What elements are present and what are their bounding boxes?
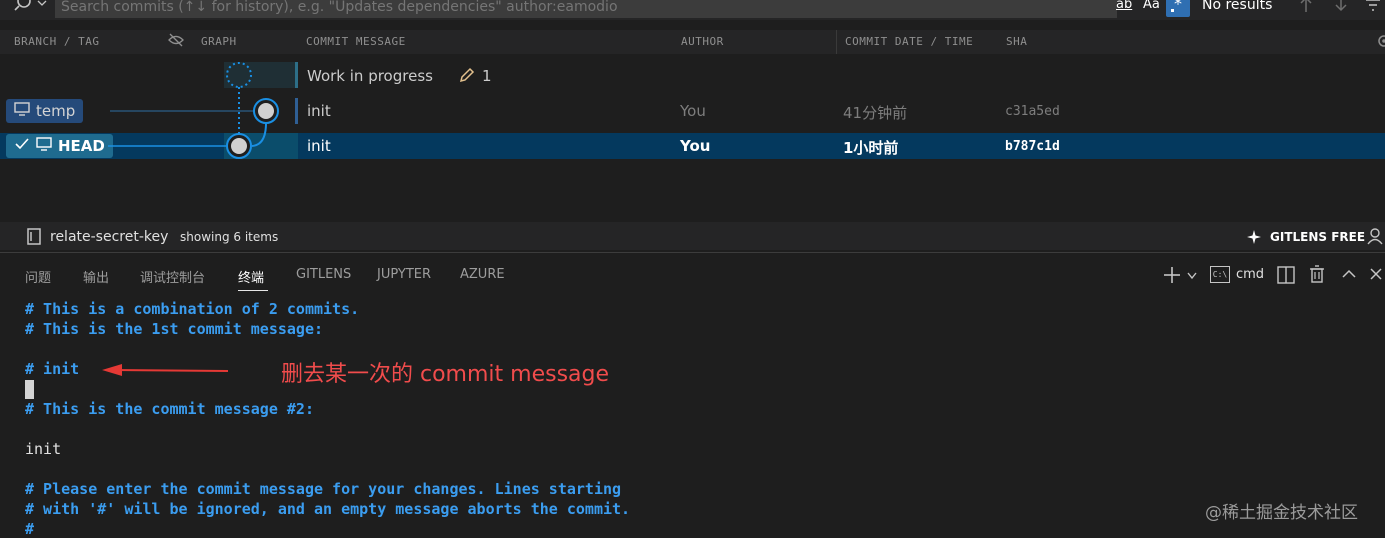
repo-name[interactable]: relate-secret-key [50, 229, 168, 245]
tab-gitlens[interactable]: GITLENS [296, 267, 351, 282]
pencil-icon [458, 66, 476, 88]
cmd-terminal-icon[interactable]: C:\ [1210, 266, 1230, 283]
terminal-line: # [25, 520, 35, 538]
commit-sha: b787c1d [1005, 139, 1060, 154]
regex-icon[interactable]: * [1166, 0, 1190, 17]
repo-icon[interactable] [26, 228, 42, 250]
terminal-cursor [25, 380, 34, 399]
panel-top-border [0, 252, 1385, 253]
arrow-down-icon[interactable] [1333, 0, 1349, 18]
terminal-line: # init [25, 360, 80, 378]
tab-debug-console[interactable]: 调试控制台 [140, 267, 205, 286]
sparkle-icon [1246, 229, 1262, 249]
split-terminal-icon[interactable] [1277, 266, 1295, 288]
terminal-line: init [25, 440, 62, 458]
commit-graph-lines [108, 62, 279, 159]
commit-date: 1小时前 [843, 139, 899, 157]
search-results-count: No results [1202, 0, 1273, 13]
items-count: showing 6 items [180, 230, 279, 244]
tab-output[interactable]: 输出 [83, 267, 109, 286]
maximize-panel-icon[interactable] [1341, 268, 1357, 284]
terminal-line: # Please enter the commit message for yo… [25, 480, 622, 498]
column-header-commit-message[interactable]: COMMIT MESSAGE [306, 35, 406, 48]
gitlens-plan-badge[interactable]: GITLENS FREE [1270, 230, 1365, 244]
annotation-text: 删去某一次的 commit message [281, 362, 610, 387]
terminal-line: # with '#' will be ignored, and an empty… [25, 500, 631, 518]
match-case-icon[interactable]: Aa [1143, 0, 1160, 12]
merge-connector [251, 122, 267, 147]
new-terminal-icon[interactable] [1163, 266, 1181, 288]
commit-author: You [680, 102, 706, 120]
column-header-commit-date[interactable]: COMMIT DATE / TIME [845, 35, 973, 48]
tab-problems[interactable]: 问题 [25, 267, 51, 286]
search-input[interactable] [55, 0, 1117, 18]
chevron-down-icon[interactable] [1186, 270, 1198, 285]
close-panel-icon[interactable] [1369, 267, 1383, 285]
commit-message: init [307, 137, 331, 155]
commit-message: init [307, 102, 331, 120]
column-header-author[interactable]: AUTHOR [681, 35, 724, 48]
svg-text:*: * [1174, 0, 1182, 13]
trash-icon[interactable] [1309, 265, 1325, 288]
arrow-up-icon[interactable] [1298, 0, 1314, 18]
active-tab-underline [238, 290, 268, 291]
commit-message: Work in progress [307, 67, 433, 85]
terminal-shell-name[interactable]: cmd [1236, 267, 1264, 282]
annotation-arrow [102, 364, 229, 376]
filter-icon[interactable] [1364, 0, 1382, 18]
settings-gear-icon[interactable] [1376, 33, 1385, 53]
tab-jupyter[interactable]: JUPYTER [377, 267, 431, 282]
tab-terminal[interactable]: 终端 [238, 267, 264, 286]
column-divider[interactable] [836, 30, 837, 54]
terminal-line: # This is the commit message #2: [25, 400, 314, 418]
wip-change-count: 1 [482, 67, 492, 85]
commit-author: You [680, 137, 711, 155]
wip-node [226, 62, 252, 88]
account-icon[interactable] [1367, 227, 1385, 249]
commit-date: 41分钟前 [843, 104, 908, 122]
avatar [231, 138, 247, 154]
avatar [258, 103, 274, 119]
match-whole-word-icon[interactable]: ab [1116, 0, 1132, 12]
tab-azure[interactable]: AZURE [460, 267, 505, 282]
column-header-graph[interactable]: GRAPH [201, 35, 237, 48]
terminal-line: # This is the 1st commit message: [25, 320, 324, 338]
eye-closed-icon[interactable] [167, 32, 185, 52]
column-header-branch-tag[interactable]: BRANCH / TAG [14, 35, 99, 48]
search-icon[interactable] [14, 0, 50, 18]
column-header-sha[interactable]: SHA [1006, 35, 1027, 48]
commit-sha: c31a5ed [1005, 104, 1060, 119]
watermark: @稀土掘金技术社区 [1205, 503, 1358, 523]
terminal-line: # This is a combination of 2 commits. [25, 300, 360, 318]
